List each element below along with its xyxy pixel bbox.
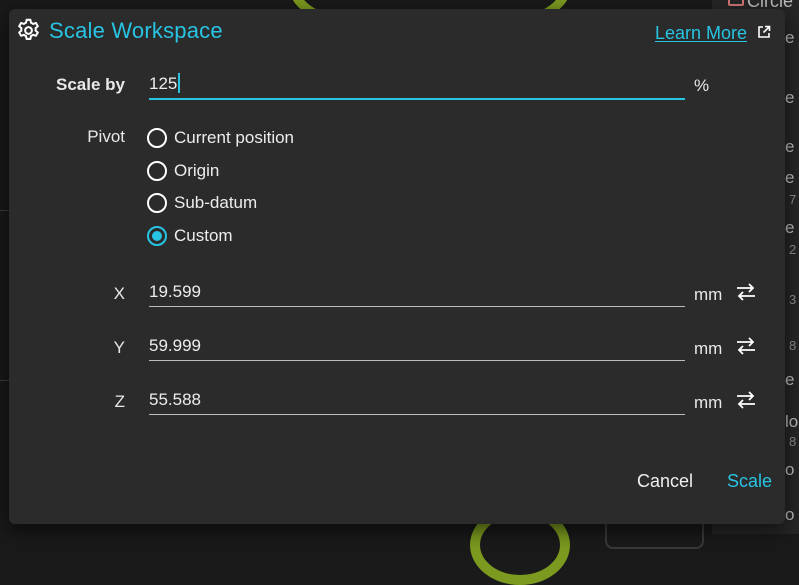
object-list-item[interactable]: o: [785, 460, 794, 480]
z-value: 55.588: [149, 390, 201, 409]
x-value: 19.599: [149, 282, 201, 301]
radio-label: Sub-datum: [174, 193, 258, 212]
pivot-option-current-position[interactable]: Current position: [147, 128, 294, 148]
object-list-subitem: 3: [789, 292, 797, 307]
object-list-subitem: 8: [789, 338, 797, 353]
pivot-label: Pivot: [87, 127, 125, 146]
y-label: Y: [113, 338, 125, 357]
object-list-item[interactable]: o: [785, 505, 794, 525]
object-list-item[interactable]: e: [785, 168, 794, 188]
cancel-button[interactable]: Cancel: [637, 471, 693, 492]
object-list-item[interactable]: lo: [785, 412, 798, 432]
x-input[interactable]: 19.599: [149, 276, 685, 307]
object-list-item[interactable]: e: [785, 88, 794, 108]
dialog-title: Scale Workspace: [49, 17, 223, 43]
pivot-option-custom[interactable]: Custom: [147, 226, 233, 246]
radio-button-selected[interactable]: [147, 226, 167, 246]
swap-icon[interactable]: [735, 391, 757, 409]
text-caret: [178, 73, 180, 93]
z-input[interactable]: 55.588: [149, 384, 685, 415]
y-value: 59.999: [149, 336, 201, 355]
radio-button[interactable]: [147, 128, 167, 148]
x-unit: mm: [694, 285, 723, 304]
object-list-subitem: 2: [789, 242, 797, 257]
radio-button[interactable]: [147, 193, 167, 213]
scale-by-input[interactable]: 125: [149, 68, 685, 100]
pivot-option-origin[interactable]: Origin: [147, 161, 219, 181]
radio-label: Custom: [174, 226, 233, 245]
shape-icon: [728, 0, 744, 6]
scale-button[interactable]: Scale: [727, 471, 772, 492]
radio-label: Current position: [174, 128, 295, 147]
object-list-item[interactable]: e: [785, 28, 794, 48]
scale-by-label: Scale by: [56, 75, 125, 94]
scale-workspace-dialog: Scale Workspace Learn More Scale by 125 …: [9, 9, 785, 524]
object-list-item[interactable]: e: [785, 370, 794, 390]
dialog-header: Scale Workspace: [15, 17, 223, 44]
object-list-subitem: 8: [789, 434, 797, 449]
scale-by-value: 125: [149, 74, 178, 93]
object-list-item[interactable]: e: [785, 137, 794, 157]
y-unit: mm: [694, 339, 723, 358]
external-link-icon[interactable]: [757, 25, 771, 39]
z-unit: mm: [694, 393, 723, 412]
swap-icon[interactable]: [735, 283, 757, 301]
gear-icon: [18, 18, 39, 40]
radio-button[interactable]: [147, 161, 167, 181]
z-label: Z: [114, 392, 125, 411]
x-label: X: [113, 284, 125, 303]
radio-label: Origin: [174, 161, 220, 180]
object-list-subitem: 7: [789, 192, 797, 207]
pivot-option-sub-datum[interactable]: Sub-datum: [147, 193, 257, 213]
swap-icon[interactable]: [735, 337, 757, 355]
scale-unit: %: [694, 76, 710, 95]
object-list-item[interactable]: e: [785, 218, 794, 238]
learn-more-link[interactable]: Learn More: [655, 23, 747, 44]
y-input[interactable]: 59.999: [149, 330, 685, 361]
